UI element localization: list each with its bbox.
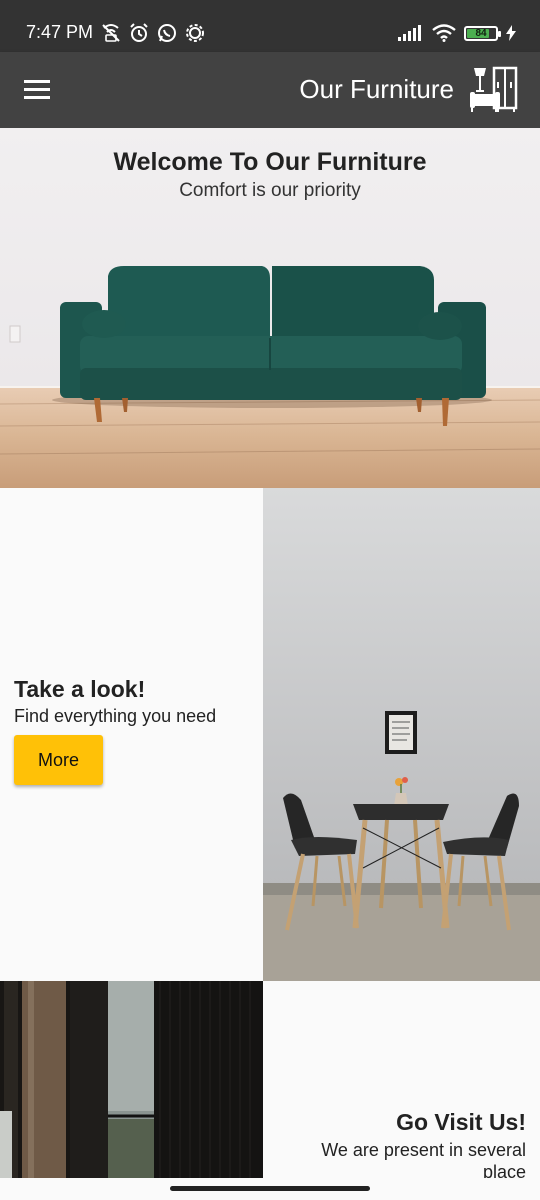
status-time: 7:47 PM xyxy=(26,22,94,42)
hero-title: Welcome To Our Furniture xyxy=(113,148,427,176)
window-image xyxy=(0,981,263,1180)
menu-button[interactable] xyxy=(20,74,56,106)
status-system-icons: 84 xyxy=(398,24,516,42)
wifi-calling-off-icon xyxy=(102,24,120,42)
furniture-logo-icon xyxy=(470,66,518,112)
whatsapp-icon xyxy=(158,24,176,42)
alarm-icon xyxy=(130,23,148,42)
app-bar: Our Furniture xyxy=(0,52,540,128)
navigation-bar xyxy=(0,1178,540,1200)
look-subtitle: Find everything you need xyxy=(14,706,217,726)
status-notification-icons xyxy=(100,22,206,44)
hero-subtitle: Comfort is our priority xyxy=(179,180,361,201)
app-title: Our Furniture xyxy=(299,74,454,104)
battery-tip xyxy=(498,30,501,37)
wifi-icon xyxy=(432,24,456,42)
battery-icon: 84 xyxy=(464,25,501,41)
visit-section: Go Visit Us! We are present in several p… xyxy=(263,981,540,1180)
visit-title: Go Visit Us! xyxy=(396,1109,526,1135)
look-title: Take a look! xyxy=(14,676,146,702)
more-button[interactable]: More xyxy=(14,735,103,785)
hero-banner: Welcome To Our Furniture Comfort is our … xyxy=(0,128,540,488)
menu-icon xyxy=(24,80,50,99)
dining-set-illustration xyxy=(263,488,540,981)
battery-level: 84 xyxy=(475,27,487,39)
dining-set-image xyxy=(263,488,540,981)
window-illustration xyxy=(0,981,263,1180)
visit-subtitle: We are present in several place xyxy=(321,1140,526,1180)
look-section: Take a look! Find everything you need Mo… xyxy=(0,488,263,981)
status-bar: 7:47 PM 84 xyxy=(0,0,540,52)
settings-icon xyxy=(186,24,204,42)
home-indicator[interactable] xyxy=(170,1186,370,1191)
signal-icon xyxy=(398,25,421,41)
charging-icon xyxy=(506,25,516,41)
